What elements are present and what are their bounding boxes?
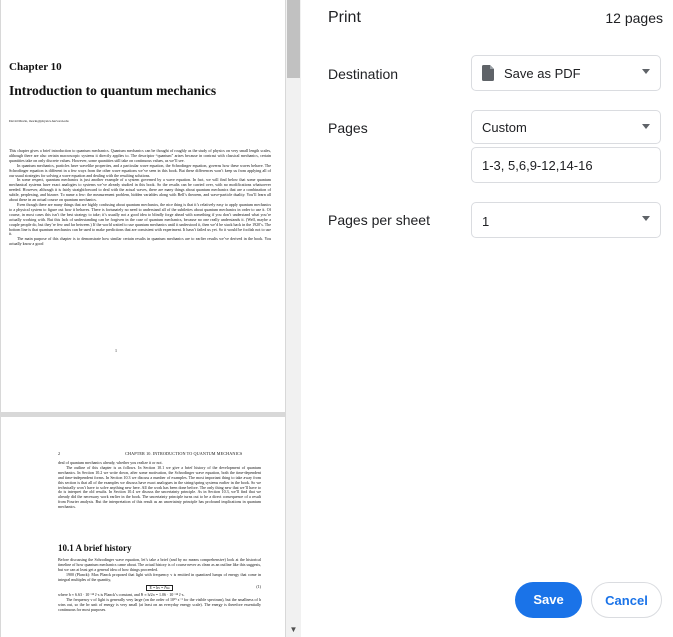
section-title: 10.1 A brief history: [58, 543, 132, 553]
paragraph: 1900 (Planck): Max Planck proposed that …: [58, 571, 261, 582]
preview-page-2: 2 CHAPTER 10. INTRODUCTION TO QUANTUM ME…: [1, 417, 285, 637]
custom-pages-value: 1-3, 5,6,9-12,14-16: [482, 158, 593, 173]
formula: E = hν = ℏω: [145, 584, 174, 592]
sheet-count: 12 pages: [605, 10, 663, 26]
page-number: 1: [115, 348, 117, 353]
print-preview: Chapter 10 Introduction to quantum mecha…: [0, 0, 286, 637]
arrow-down-icon[interactable]: ▼: [286, 625, 301, 635]
page-2-body: deal of quantum mechanics already, wheth…: [58, 460, 261, 510]
chapter-label: Chapter 10: [9, 61, 62, 73]
paragraph: Even though there are many things that a…: [9, 201, 271, 237]
chevron-down-icon: [642, 69, 650, 74]
chevron-down-icon: [642, 124, 650, 129]
running-head-text: CHAPTER 10. INTRODUCTION TO QUANTUM MECH…: [125, 451, 243, 456]
cancel-button[interactable]: Cancel: [591, 582, 662, 618]
paragraph: Before discussing the Schrodinger wave e…: [58, 557, 261, 572]
paragraph: In quantum mechanics, particles have wav…: [9, 162, 271, 178]
equation: E = hν = ℏω (1): [58, 583, 261, 592]
paragraph: The main purpose of this chapter is to d…: [9, 236, 271, 247]
destination-label: Destination: [328, 66, 399, 82]
page-2-section-body: Before discussing the Schrodinger wave e…: [58, 557, 261, 613]
pages-label: Pages: [328, 120, 368, 136]
preview-scrollbar[interactable]: ▼: [286, 0, 301, 637]
pages-per-sheet-value: 1: [482, 214, 490, 229]
dialog-title: Print: [328, 9, 361, 26]
pages-value: Custom: [482, 120, 527, 135]
custom-pages-input[interactable]: 1-3, 5,6,9-12,14-16: [471, 147, 661, 183]
destination-select[interactable]: Save as PDF: [471, 55, 661, 91]
preview-page-1: Chapter 10 Introduction to quantum mecha…: [1, 0, 285, 412]
equation-number: (1): [256, 583, 261, 589]
page-1-body: This chapter gives a brief introduction …: [9, 148, 271, 247]
page-number: 2: [58, 451, 61, 456]
paragraph: The frequency ν of light is generally ve…: [58, 597, 261, 613]
pages-per-sheet-label: Pages per sheet: [328, 212, 430, 228]
file-icon: [482, 65, 494, 81]
save-button[interactable]: Save: [515, 582, 582, 618]
chevron-down-icon: [642, 216, 650, 221]
paragraph: In some respect, quantum mechanics is ju…: [9, 177, 271, 203]
paragraph: The outline of this chapter is as follow…: [58, 464, 261, 510]
author-line: David Morin, morin@physics.harvard.edu: [9, 119, 69, 123]
running-head: 2 CHAPTER 10. INTRODUCTION TO QUANTUM ME…: [58, 451, 242, 456]
scrollbar-thumb[interactable]: [287, 0, 300, 78]
pages-per-sheet-select[interactable]: 1: [471, 202, 661, 238]
paragraph: This chapter gives a brief introduction …: [9, 148, 271, 163]
chapter-title: Introduction to quantum mechanics: [9, 83, 217, 98]
print-settings: Print 12 pages Destination Save as PDF P…: [301, 0, 673, 637]
pages-select[interactable]: Custom: [471, 110, 661, 144]
destination-value: Save as PDF: [504, 66, 581, 81]
